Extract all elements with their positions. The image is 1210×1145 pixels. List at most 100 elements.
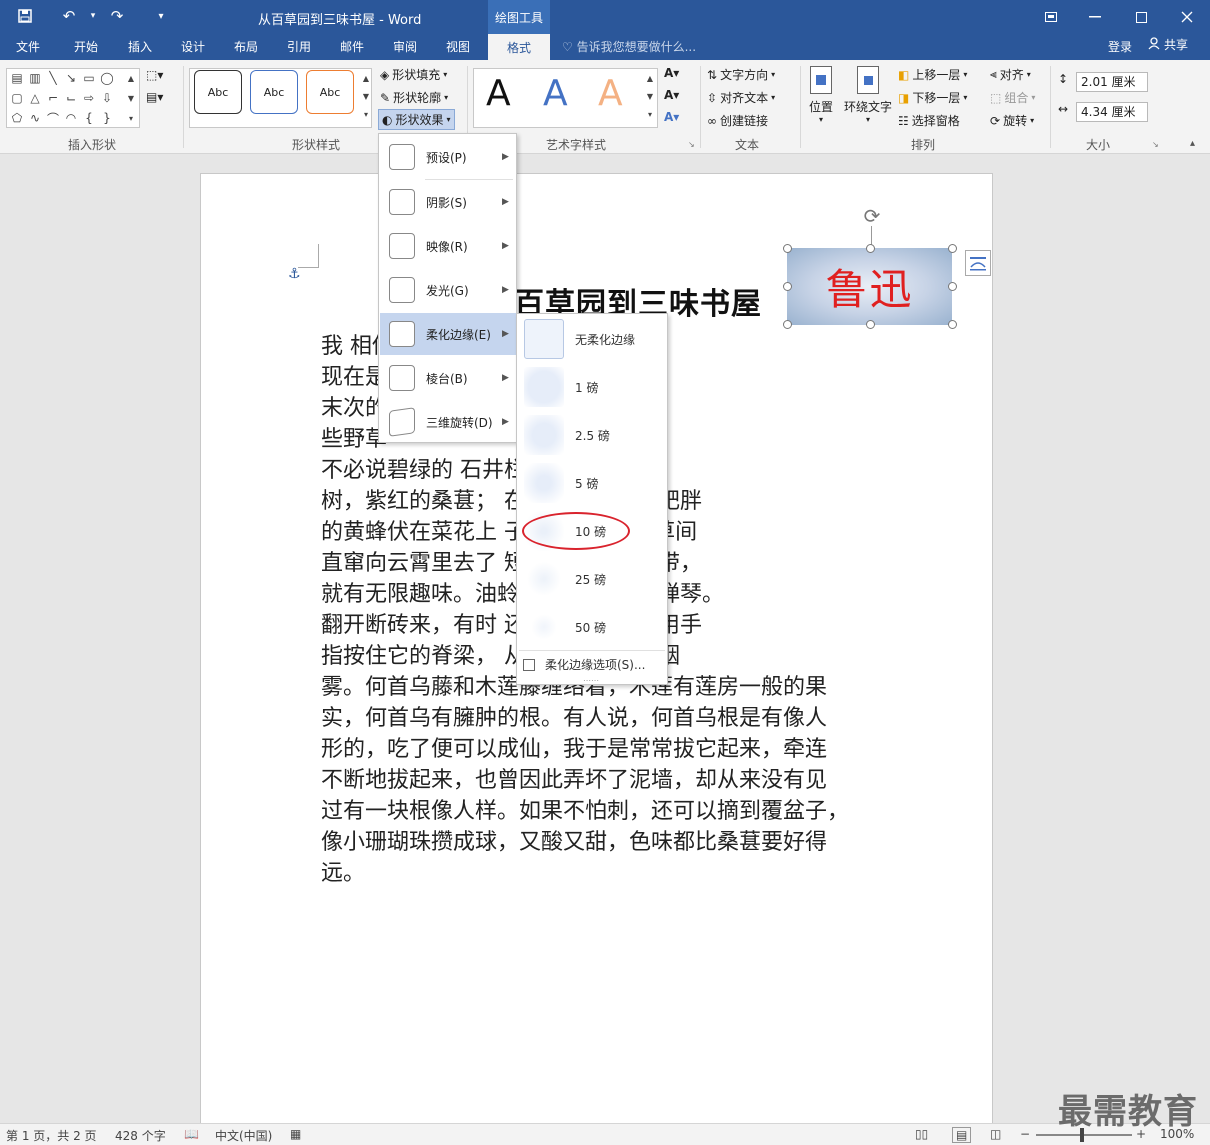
selection-pane-button[interactable]: ☷ 选择窗格 (898, 112, 960, 129)
align-text-button[interactable]: ⇳ 对齐文本 ▾ (707, 89, 775, 106)
elbow-connector-shape-icon[interactable]: ⌙ (63, 90, 79, 106)
gallery-down-icon[interactable]: ▼ (123, 90, 139, 106)
style-gallery-down-icon[interactable]: ▼ (358, 88, 374, 104)
resize-handle-ne[interactable] (948, 244, 957, 253)
edit-shape-icon[interactable]: ⬚▾ (146, 68, 163, 82)
textbox-shape-icon[interactable]: ▤ (9, 70, 25, 86)
close-icon[interactable] (1164, 0, 1210, 34)
zoom-slider-track[interactable] (1036, 1134, 1132, 1136)
soft-edge-5pt[interactable]: 5 磅 (519, 460, 667, 506)
rotate-handle-icon[interactable]: ⟳ (860, 204, 884, 228)
language[interactable]: 中文(中国) (215, 1127, 272, 1144)
layout-options-button[interactable] (965, 250, 991, 276)
tab-mailings[interactable]: 邮件 (340, 38, 364, 55)
down-arrow-shape-icon[interactable]: ⇩ (99, 90, 115, 106)
soft-edge-1pt[interactable]: 1 磅 (519, 364, 667, 410)
soft-edge-none[interactable]: 无柔化边缘 (519, 316, 667, 362)
tab-layout[interactable]: 布局 (234, 38, 258, 55)
align-button[interactable]: ⫷ 对齐 ▾ (990, 66, 1031, 83)
resize-grip-icon[interactable]: ⋯⋯ (583, 676, 599, 685)
shape-style-orange[interactable]: Abc (306, 70, 354, 114)
tab-view[interactable]: 视图 (446, 38, 470, 55)
position-button[interactable]: 位置 ▾ (806, 66, 836, 130)
proofing-icon[interactable]: 📖 (184, 1127, 199, 1141)
text-fill-icon[interactable]: A▾ (664, 66, 679, 80)
tab-review[interactable]: 审阅 (393, 38, 417, 55)
style-gallery-more-icon[interactable]: ▾ (358, 106, 374, 122)
bring-forward-button[interactable]: ◧ 上移一层 ▾ (898, 66, 967, 83)
wordart-gallery-more-icon[interactable]: ▾ (642, 106, 658, 122)
wordart-gallery-up-icon[interactable]: ▲ (642, 70, 658, 86)
resize-handle-w[interactable] (783, 282, 792, 291)
shapes-gallery[interactable]: ▤ ▥ ╲ ↘ ▭ ◯ ▢ △ ⌐ ⌙ ⇨ ⇩ ⬠ ∿ ⌒ ◠ { } ▲ ▼ … (6, 68, 140, 128)
rectangle-shape-icon[interactable]: ▭ (81, 70, 97, 86)
resize-handle-sw[interactable] (783, 320, 792, 329)
right-arrow-shape-icon[interactable]: ⇨ (81, 90, 97, 106)
wordart-style-blue[interactable]: A (543, 74, 568, 114)
resize-handle-s[interactable] (866, 320, 875, 329)
text-effects-icon[interactable]: A▾ (664, 110, 679, 124)
ribbon-display-options-icon[interactable] (1028, 0, 1074, 34)
size-dialog-launcher-icon[interactable]: ↘ (1152, 140, 1159, 149)
wordart-style-orange[interactable]: A (598, 74, 623, 114)
menu-item-reflection[interactable]: 映像(R) ▶ (380, 225, 516, 267)
minimize-icon[interactable] (1072, 0, 1118, 34)
resize-handle-n[interactable] (866, 244, 875, 253)
menu-item-shadow[interactable]: 阴影(S) ▶ (380, 181, 516, 223)
tab-references[interactable]: 引用 (287, 38, 311, 55)
share-button[interactable]: 共享 (1148, 36, 1188, 53)
maximize-icon[interactable] (1118, 0, 1164, 34)
resize-handle-nw[interactable] (783, 244, 792, 253)
macro-icon[interactable]: ▦ (290, 1127, 301, 1141)
line-shape-icon[interactable]: ╲ (45, 70, 61, 86)
triangle-shape-icon[interactable]: △ (27, 90, 43, 106)
redo-icon[interactable]: ↷ (106, 6, 128, 26)
shape-width-input[interactable]: 4.34 厘米 (1076, 102, 1148, 122)
send-backward-button[interactable]: ◨ 下移一层 ▾ (898, 89, 967, 106)
text-outline-icon[interactable]: A▾ (664, 88, 679, 102)
word-count[interactable]: 428 个字 (115, 1127, 166, 1144)
shape-effects-button[interactable]: ◐ 形状效果 ▾ (378, 109, 455, 130)
tab-format[interactable]: 格式 (488, 34, 550, 60)
draw-textbox-icon[interactable]: ▤▾ (146, 90, 163, 104)
soft-edge-25pt[interactable]: 25 磅 (519, 556, 667, 602)
wordart-style-black[interactable]: A (486, 74, 511, 114)
freeform-shape-icon[interactable]: ⌒ (45, 110, 61, 126)
menu-item-preset[interactable]: 预设(P) ▶ (380, 136, 516, 178)
wrap-text-button[interactable]: 环绕文字 ▾ (842, 66, 894, 130)
soft-edge-50pt[interactable]: 50 磅 (519, 604, 667, 650)
resize-handle-se[interactable] (948, 320, 957, 329)
web-layout-icon[interactable]: ◫ (990, 1127, 1001, 1141)
brace-close-shape-icon[interactable]: } (99, 110, 115, 126)
tell-me-search[interactable]: ♡ 告诉我您想要做什么... (562, 38, 696, 55)
resize-handle-e[interactable] (948, 282, 957, 291)
customize-qat-icon[interactable]: ▾ (150, 6, 172, 26)
save-icon[interactable] (14, 6, 36, 26)
shape-outline-button[interactable]: ✎ 形状轮廓 ▾ (380, 89, 448, 106)
oval-shape-icon[interactable]: ◯ (99, 70, 115, 86)
pentagon-shape-icon[interactable]: ⬠ (9, 110, 25, 126)
gallery-up-icon[interactable]: ▲ (123, 70, 139, 86)
shape-height-input[interactable]: 2.01 厘米 (1076, 72, 1148, 92)
arrow-line-shape-icon[interactable]: ↘ (63, 70, 79, 86)
menu-item-glow[interactable]: 发光(G) ▶ (380, 269, 516, 311)
print-layout-icon[interactable]: ▤ (952, 1127, 972, 1143)
zoom-out-icon[interactable]: − (1020, 1127, 1030, 1141)
wordart-gallery-down-icon[interactable]: ▼ (642, 88, 658, 104)
text-direction-button[interactable]: ⇅ 文字方向 ▾ (707, 66, 775, 83)
vertical-textbox-shape-icon[interactable]: ▥ (27, 70, 43, 86)
read-mode-icon[interactable]: ▯▯ (915, 1127, 928, 1141)
style-gallery-up-icon[interactable]: ▲ (358, 70, 374, 86)
arc-shape-icon[interactable]: ◠ (63, 110, 79, 126)
undo-dropdown-icon[interactable]: ▾ (82, 6, 104, 26)
create-link-button[interactable]: ∞ 创建链接 (707, 112, 768, 129)
curve-shape-icon[interactable]: ∿ (27, 110, 43, 126)
soft-edge-2-5pt[interactable]: 2.5 磅 (519, 412, 667, 458)
brace-open-shape-icon[interactable]: { (81, 110, 97, 126)
tab-insert[interactable]: 插入 (128, 38, 152, 55)
rotate-button[interactable]: ⟳ 旋转 ▾ (990, 112, 1034, 129)
collapse-ribbon-icon[interactable]: ▴ (1190, 138, 1195, 149)
shape-style-black[interactable]: Abc (194, 70, 242, 114)
selected-shape[interactable]: 鲁迅 (787, 248, 952, 325)
group-button[interactable]: ⬚ 组合 ▾ (990, 89, 1035, 106)
